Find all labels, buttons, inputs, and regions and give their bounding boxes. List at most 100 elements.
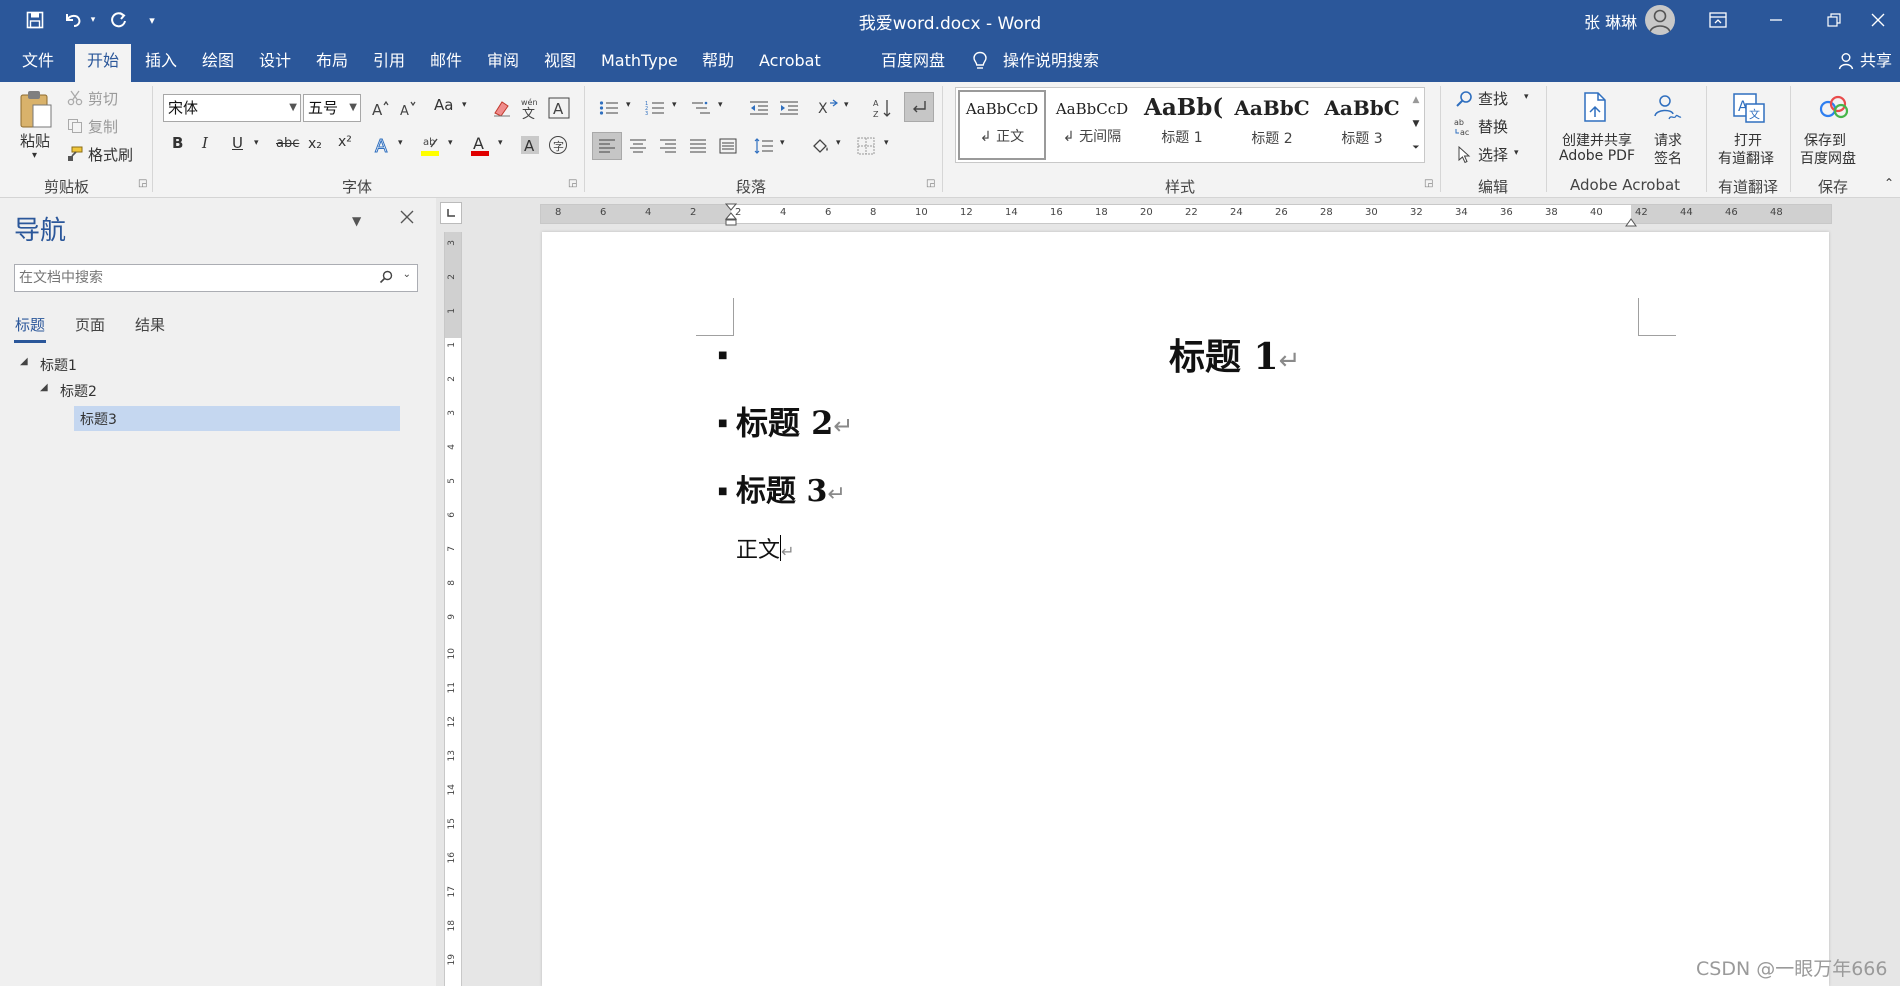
collapse-heading1-icon[interactable]: ◢ <box>20 356 28 367</box>
redo-icon[interactable] <box>106 6 132 34</box>
enclose-characters-icon[interactable]: 字 <box>546 132 570 158</box>
bullets-dropdown-icon[interactable]: ▾ <box>626 100 631 110</box>
cut-button[interactable]: 剪切 <box>88 88 118 109</box>
align-left-icon[interactable] <box>592 132 622 160</box>
doc-body-text[interactable]: 正文↵ <box>736 532 794 564</box>
shrink-font-icon[interactable]: A <box>396 96 420 120</box>
nav-options-icon[interactable]: ▼ <box>352 214 361 228</box>
shading-icon[interactable] <box>806 132 834 160</box>
select-dropdown-icon[interactable]: ▾ <box>1514 148 1519 158</box>
text-effects-icon[interactable]: A <box>372 132 394 158</box>
character-border-icon[interactable]: A <box>546 94 572 122</box>
copy-button[interactable]: 复制 <box>88 116 118 137</box>
line-spacing-dropdown-icon[interactable]: ▾ <box>780 138 785 148</box>
tab-references[interactable]: 引用 <box>373 40 405 82</box>
search-options-icon[interactable]: ⌄ <box>403 269 411 280</box>
tell-me-search[interactable]: 操作说明搜索 <box>1003 40 1099 82</box>
styles-more-icon[interactable]: ⏷ <box>1408 136 1424 160</box>
nav-heading-2[interactable]: 标题2 <box>60 381 97 401</box>
vertical-ruler[interactable]: 3 2 1 1 2 3 4 5 6 7 8 9 10 11 12 13 14 15 16 17 18 19 <box>444 232 462 986</box>
baidu-netdisk-icon[interactable] <box>1816 92 1852 122</box>
styles-scroll-up-icon[interactable]: ▲ <box>1408 88 1424 112</box>
multilevel-dropdown-icon[interactable]: ▾ <box>718 100 723 110</box>
collapse-ribbon-icon[interactable]: ⌃ <box>1884 176 1894 190</box>
line-spacing-icon[interactable] <box>750 132 778 160</box>
sort-icon[interactable]: AZ <box>870 94 896 122</box>
font-size-dropdown-icon[interactable]: ▼ <box>349 95 357 121</box>
tab-selector-icon[interactable] <box>440 202 462 224</box>
create-pdf-icon[interactable] <box>1578 90 1612 124</box>
replace-button[interactable]: 替换 <box>1478 116 1508 137</box>
find-button[interactable]: 查找 <box>1478 88 1508 109</box>
text-effects-dropdown-icon[interactable]: ▾ <box>398 138 403 148</box>
tab-insert[interactable]: 插入 <box>145 40 177 82</box>
nav-heading-1[interactable]: 标题1 <box>40 355 77 375</box>
character-shading-icon[interactable]: A <box>518 132 542 158</box>
italic-button[interactable]: I <box>202 134 208 152</box>
borders-dropdown-icon[interactable]: ▾ <box>884 138 889 148</box>
undo-icon[interactable] <box>60 6 86 34</box>
youdao-translate-icon[interactable]: A文 <box>1730 90 1768 126</box>
font-name-box[interactable]: 宋体 ▼ <box>163 94 301 122</box>
lightbulb-icon[interactable] <box>972 40 992 82</box>
style-heading-2[interactable]: AaBbC 标题 2 <box>1228 90 1316 160</box>
right-indent-marker[interactable] <box>1625 213 1637 231</box>
bold-button[interactable]: B <box>172 134 183 152</box>
align-right-icon[interactable] <box>654 132 682 160</box>
request-sign-line2[interactable]: 签名 <box>1654 148 1682 168</box>
tab-home[interactable]: 开始 <box>75 44 132 82</box>
chinese-layout-icon[interactable]: X <box>814 96 842 120</box>
style-normal[interactable]: AaBbCcD ↲ 正文 <box>958 90 1046 160</box>
clear-formatting-icon[interactable] <box>490 96 514 120</box>
save-icon[interactable] <box>22 6 48 34</box>
highlight-icon[interactable]: ab <box>418 132 442 158</box>
tab-layout[interactable]: 布局 <box>316 40 348 82</box>
search-icon[interactable] <box>379 270 393 288</box>
doc-heading-2[interactable]: 标题 2↵ <box>736 398 854 444</box>
style-heading-3[interactable]: AaBbC 标题 3 <box>1318 90 1406 160</box>
shading-dropdown-icon[interactable]: ▾ <box>836 138 841 148</box>
font-color-icon[interactable]: A <box>468 132 492 158</box>
align-center-icon[interactable] <box>624 132 652 160</box>
tab-mathtype[interactable]: MathType <box>601 40 678 82</box>
paste-label[interactable]: 粘贴 <box>20 130 50 151</box>
baidu-line1[interactable]: 保存到 <box>1804 130 1846 150</box>
collapse-heading2-icon[interactable]: ◢ <box>40 382 48 393</box>
find-dropdown-icon[interactable]: ▾ <box>1524 92 1529 102</box>
font-color-dropdown-icon[interactable]: ▾ <box>498 138 503 148</box>
nav-heading-3[interactable]: 标题3 <box>80 409 117 429</box>
strikethrough-button[interactable]: abc <box>276 136 299 151</box>
clipboard-launcher-icon[interactable]: ◲ <box>138 178 147 189</box>
show-marks-icon[interactable] <box>904 92 934 122</box>
tab-draw[interactable]: 绘图 <box>202 40 234 82</box>
document-page[interactable]: ■ 标题 1↵ ■ 标题 2↵ ■ 标题 3↵ 正文↵ <box>542 232 1829 986</box>
restore-icon[interactable] <box>1806 0 1862 40</box>
doc-heading-3[interactable]: 标题 3↵ <box>736 466 846 510</box>
styles-scroll-down-icon[interactable]: ▼ <box>1408 112 1424 136</box>
nav-close-icon[interactable] <box>400 210 414 228</box>
close-icon[interactable] <box>1856 0 1900 40</box>
nav-search-input[interactable] <box>15 265 355 291</box>
decrease-indent-icon[interactable] <box>746 96 772 120</box>
undo-dropdown-icon[interactable]: ▾ <box>86 6 100 34</box>
numbering-icon[interactable]: 123 <box>642 96 668 120</box>
tab-mailings[interactable]: 邮件 <box>430 40 462 82</box>
styles-launcher-icon[interactable]: ◲ <box>1424 178 1433 189</box>
numbering-dropdown-icon[interactable]: ▾ <box>672 100 677 110</box>
subscript-button[interactable]: x₂ <box>308 136 322 152</box>
horizontal-ruler[interactable]: 8 6 4 2 2 4 6 8 10 12 14 16 18 20 22 24 26 28 30 32 34 36 38 40… <box>540 203 1832 227</box>
tab-help[interactable]: 帮助 <box>702 40 734 82</box>
tab-baidu-netdisk[interactable]: 百度网盘 <box>881 40 945 82</box>
request-signature-icon[interactable] <box>1650 90 1684 124</box>
nav-tab-pages[interactable]: 页面 <box>75 314 105 335</box>
tab-design[interactable]: 设计 <box>259 40 291 82</box>
avatar[interactable] <box>1645 5 1675 35</box>
distributed-icon[interactable] <box>714 132 742 160</box>
ribbon-display-options-icon[interactable] <box>1690 0 1746 40</box>
person-icon[interactable] <box>1838 40 1858 82</box>
tab-view[interactable]: 视图 <box>544 40 576 82</box>
tab-review[interactable]: 审阅 <box>487 40 519 82</box>
request-sign-line1[interactable]: 请求 <box>1654 130 1682 150</box>
highlight-dropdown-icon[interactable]: ▾ <box>448 138 453 148</box>
create-pdf-line2[interactable]: Adobe PDF <box>1559 148 1635 164</box>
